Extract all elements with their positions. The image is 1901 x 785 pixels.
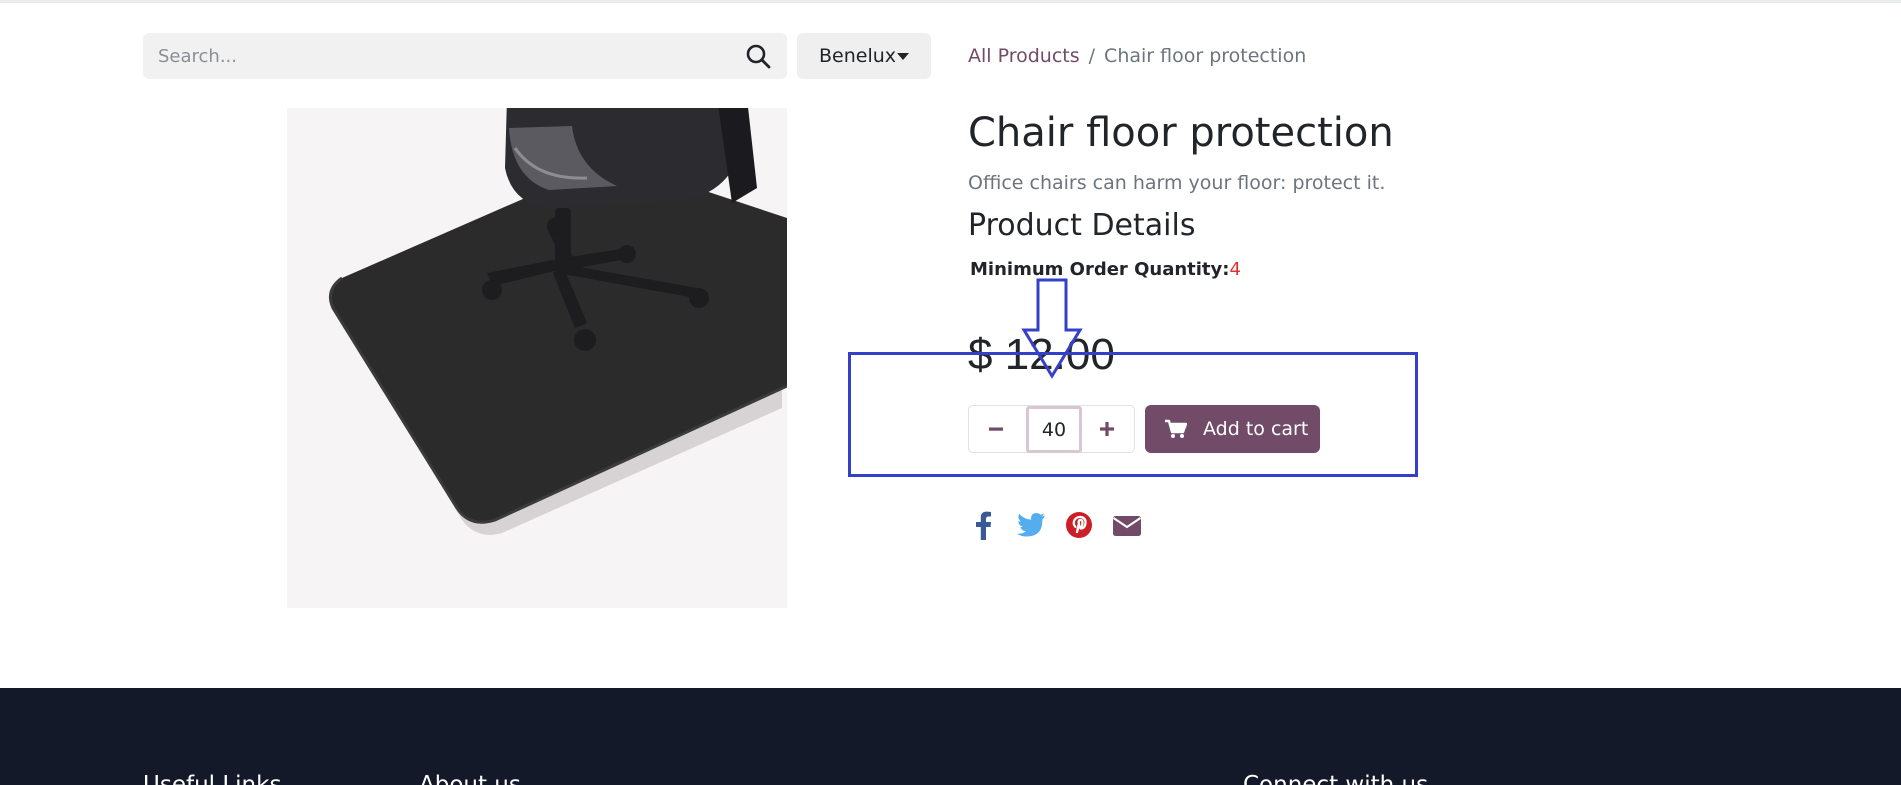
- breadcrumb-separator: /: [1088, 45, 1096, 67]
- caret-down-icon: [897, 53, 909, 60]
- social-share: [968, 509, 1142, 541]
- top-border: [0, 0, 1901, 3]
- product-image: [287, 108, 787, 608]
- facebook-icon[interactable]: [968, 509, 998, 541]
- min-order-label: Minimum Order Quantity:: [970, 259, 1230, 280]
- product-title: Chair floor protection: [968, 110, 1394, 156]
- minimum-order-quantity: Minimum Order Quantity:4: [970, 259, 1241, 280]
- breadcrumb-all-products[interactable]: All Products: [968, 45, 1080, 67]
- annotation-highlight-box: [848, 352, 1418, 477]
- min-order-value: 4: [1229, 259, 1241, 280]
- chair-mat-image: [329, 108, 787, 535]
- email-icon[interactable]: [1112, 509, 1142, 541]
- annotation-arrow-icon: [1021, 278, 1083, 379]
- search-button[interactable]: [745, 43, 773, 71]
- footer-about-us-heading: About us: [419, 772, 521, 785]
- product-details-heading: Product Details: [968, 208, 1196, 243]
- search-bar: [143, 33, 787, 79]
- footer-connect-heading: Connect with us: [1243, 772, 1429, 785]
- product-description: Office chairs can harm your floor: prote…: [968, 172, 1386, 194]
- twitter-icon[interactable]: [1016, 509, 1046, 541]
- pricelist-dropdown[interactable]: Benelux: [797, 33, 931, 79]
- footer-useful-links-heading: Useful Links: [143, 772, 282, 785]
- search-icon: [746, 44, 771, 69]
- pinterest-icon[interactable]: [1064, 509, 1094, 541]
- footer: Useful Links About us Connect with us: [0, 688, 1901, 785]
- search-input[interactable]: [143, 33, 733, 79]
- pricelist-label: Benelux: [819, 45, 897, 67]
- breadcrumb-current: Chair floor protection: [1104, 45, 1307, 67]
- breadcrumb: All Products / Chair floor protection: [968, 45, 1306, 67]
